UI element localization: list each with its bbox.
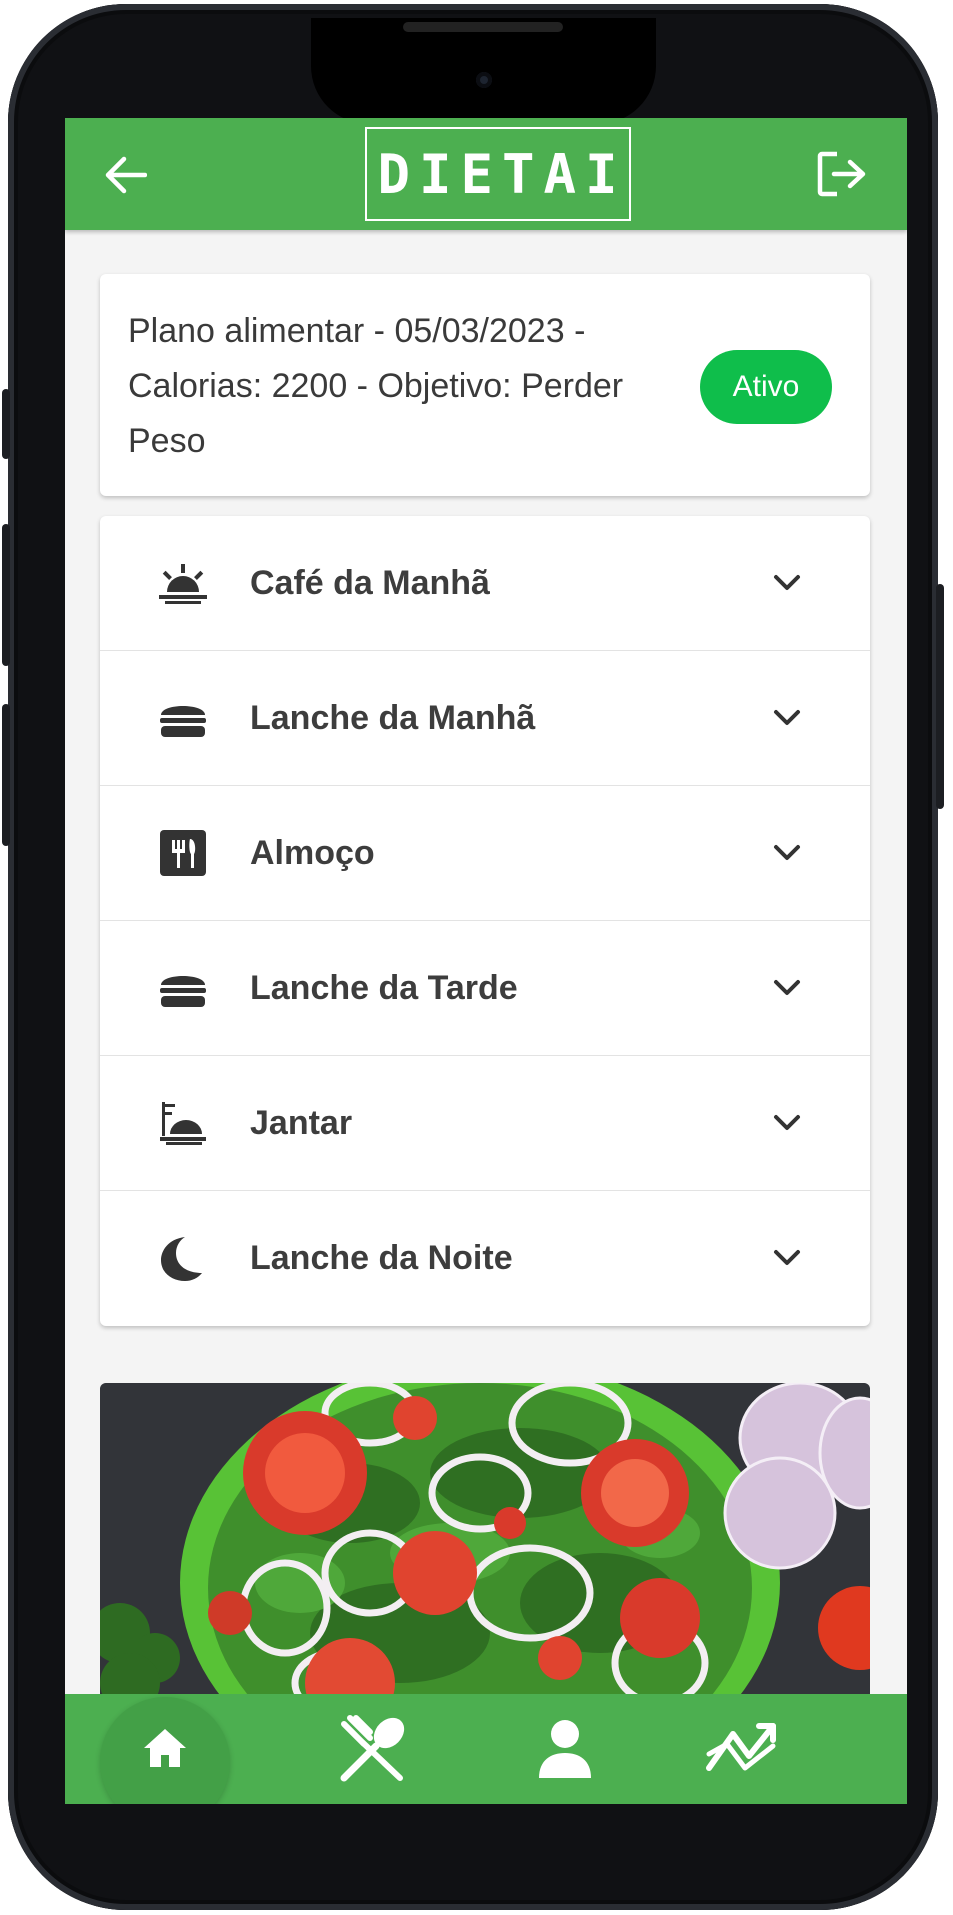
notch (311, 18, 656, 124)
chevron-down-icon[interactable] (772, 1113, 802, 1133)
meal-label: Almoço (250, 834, 375, 872)
salad-image (100, 1383, 870, 1703)
bottom-navigation (65, 1694, 907, 1804)
user-icon[interactable] (535, 1718, 595, 1780)
moon-icon (161, 1237, 202, 1281)
logo-text: DIETAI (377, 142, 627, 206)
meal-label: Café da Manhã (250, 564, 490, 602)
volume-down-button (2, 704, 10, 846)
utensils-icon (160, 830, 206, 876)
meal-label: Lanche da Manhã (250, 699, 536, 737)
app-bar: DIETAI (65, 118, 907, 230)
silent-switch (2, 389, 10, 459)
arrow-left-icon[interactable] (105, 154, 147, 196)
meal-item-cafe-da-manha[interactable]: Café da Manhã (100, 516, 870, 651)
power-button (936, 584, 944, 809)
chevron-down-icon[interactable] (772, 708, 802, 728)
meal-item-lanche-da-tarde[interactable]: Lanche da Tarde (100, 921, 870, 1056)
app-logo: DIETAI (365, 127, 631, 221)
meal-label: Lanche da Noite (250, 1239, 513, 1277)
speaker (403, 22, 563, 32)
meal-label: Jantar (250, 1104, 353, 1142)
volume-up-button (2, 524, 10, 666)
fork-spoon-icon[interactable] (340, 1714, 408, 1782)
salad-illustration (100, 1383, 870, 1703)
front-camera (475, 72, 492, 88)
meal-list: Café da Manhã Lanche da Manhã Almoço Lan… (100, 516, 870, 1326)
chevron-down-icon[interactable] (772, 1248, 802, 1268)
sunrise-icon (159, 564, 207, 604)
dinner-plate-icon (160, 1102, 206, 1145)
app-screen: DIETAI Plano alimentar - 05/03/2023 - Ca… (65, 118, 907, 1804)
meal-item-jantar[interactable]: Jantar (100, 1056, 870, 1191)
plan-description: Plano alimentar - 05/03/2023 - Calorias:… (128, 312, 624, 460)
burger-icon (160, 706, 206, 737)
chevron-down-icon[interactable] (772, 573, 802, 593)
chevron-down-icon[interactable] (772, 843, 802, 863)
meal-item-almoco[interactable]: Almoço (100, 786, 870, 921)
logout-icon[interactable] (817, 151, 867, 197)
burger-icon (160, 976, 206, 1007)
home-icon[interactable] (142, 1727, 188, 1769)
phone-frame: DIETAI Plano alimentar - 05/03/2023 - Ca… (2, 4, 944, 1910)
meal-label: Lanche da Tarde (250, 969, 518, 1007)
status-badge: Ativo (700, 350, 832, 424)
trend-chart-icon[interactable] (705, 1720, 777, 1776)
chevron-down-icon[interactable] (772, 978, 802, 998)
meal-item-lanche-da-manha[interactable]: Lanche da Manhã (100, 651, 870, 786)
meal-item-lanche-da-noite[interactable]: Lanche da Noite (100, 1191, 870, 1326)
meal-plan-card[interactable]: Plano alimentar - 05/03/2023 - Calorias:… (100, 274, 870, 496)
